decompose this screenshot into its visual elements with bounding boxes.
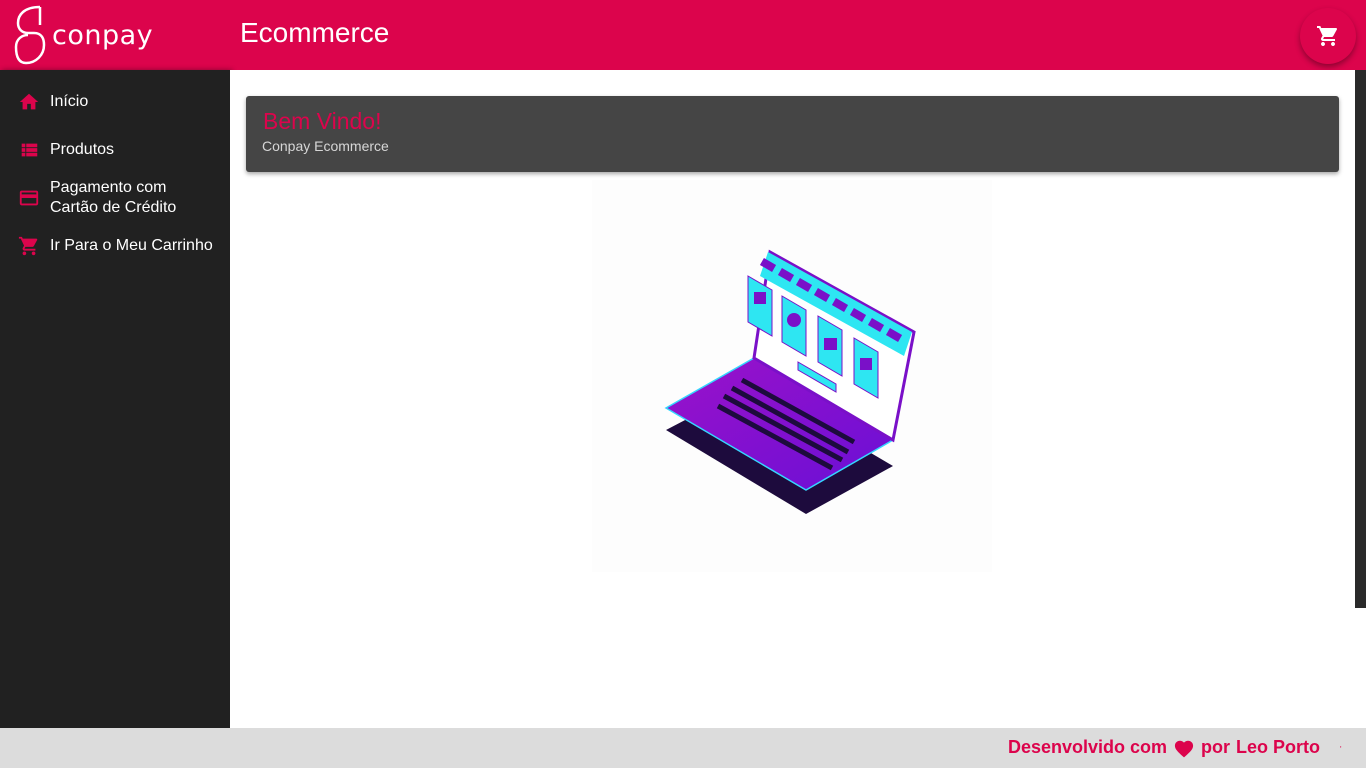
conpay-logo-icon bbox=[14, 5, 46, 65]
heart-icon bbox=[1173, 738, 1195, 758]
sidebar-item-label-line2: Cartão de Crédito bbox=[50, 199, 177, 216]
sidebar-item-inicio[interactable]: Início bbox=[0, 90, 230, 114]
scrollbar[interactable] bbox=[1355, 70, 1366, 608]
sidebar-item-label: Pagamento com bbox=[50, 179, 167, 196]
sidebar-item-produtos[interactable]: Produtos bbox=[0, 138, 230, 162]
sidebar-item-pagamento[interactable]: Pagamento com Cartão de Crédito bbox=[0, 176, 230, 220]
credit-card-icon bbox=[17, 186, 41, 210]
footer-prefix: Desenvolvido com bbox=[1007, 737, 1167, 757]
sidebar-item-carrinho[interactable]: Ir Para o Meu Carrinho bbox=[0, 234, 230, 258]
welcome-subtitle: Conpay Ecommerce bbox=[262, 138, 389, 154]
cart-icon bbox=[1317, 26, 1338, 46]
brand-logo[interactable]: conpay bbox=[14, 5, 153, 65]
footer-decoration: ' bbox=[1340, 745, 1342, 754]
sidebar-item-label: Início bbox=[50, 93, 89, 110]
footer-middle: por bbox=[1201, 737, 1230, 757]
sidebar-item-label: Ir Para o Meu Carrinho bbox=[50, 237, 213, 254]
cart-button[interactable] bbox=[1300, 8, 1356, 64]
page-title: Ecommerce bbox=[240, 17, 390, 48]
sidebar: Início Produtos Pagamento com Cartão de … bbox=[0, 70, 230, 728]
footer: Desenvolvido com por Leo Porto bbox=[0, 728, 1366, 768]
sidebar-item-label: Produtos bbox=[50, 141, 115, 158]
footer-credit: Desenvolvido com por Leo Porto bbox=[1008, 737, 1320, 758]
footer-author-link[interactable]: Leo Porto bbox=[1236, 737, 1320, 758]
logo-text: conpay bbox=[52, 19, 154, 51]
welcome-card: Bem Vindo! Conpay Ecommerce bbox=[246, 96, 1339, 172]
home-icon bbox=[17, 90, 41, 114]
top-app-bar: conpay Ecommerce bbox=[0, 0, 1366, 70]
laptop-store-illustration bbox=[592, 180, 992, 572]
welcome-title: Bem Vindo! bbox=[263, 108, 382, 134]
cart-icon bbox=[17, 234, 41, 258]
list-icon bbox=[17, 138, 41, 162]
